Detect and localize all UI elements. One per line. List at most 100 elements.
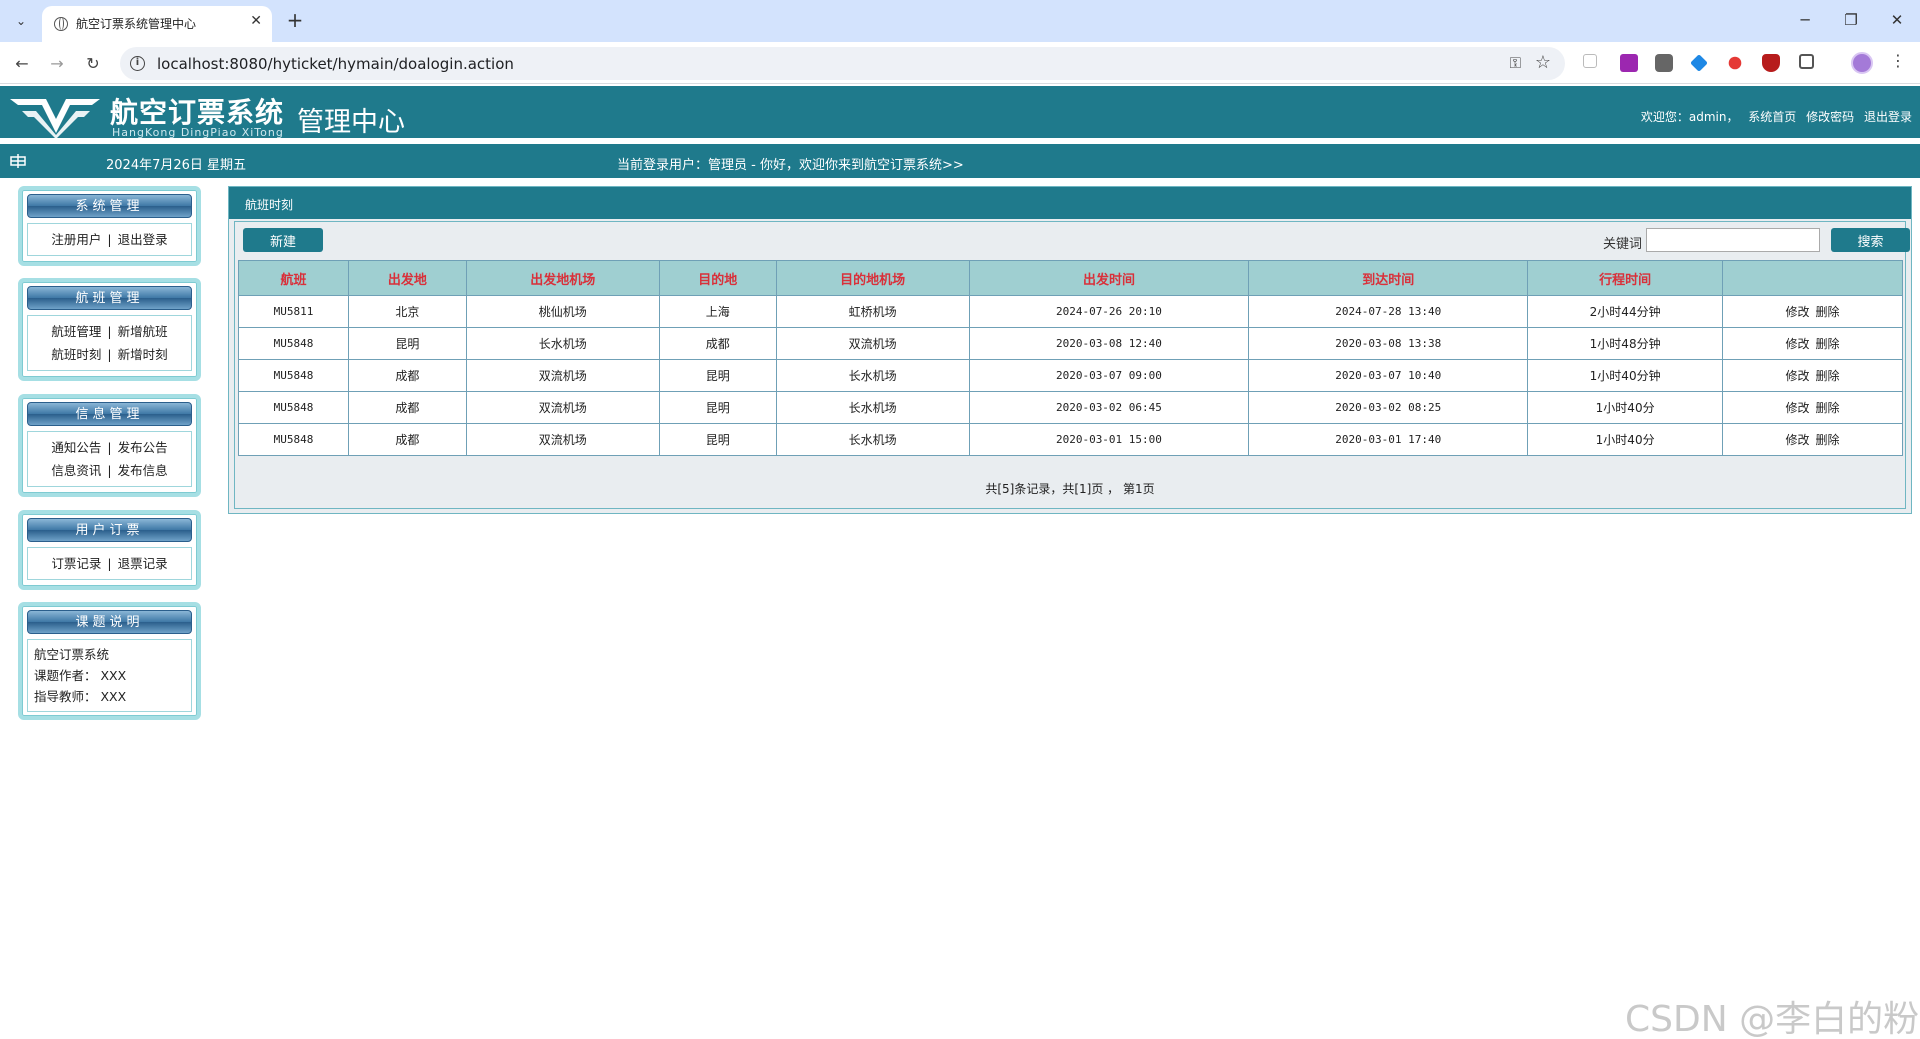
delete-link[interactable]: 删除 xyxy=(1816,433,1840,447)
browser-tab-bar: ⌄ 航空订票系统管理中心 ✕ + ─ ❐ ✕ xyxy=(0,0,1920,42)
menu-item-register-user[interactable]: 注册用户 xyxy=(51,232,101,247)
cell-destination: 昆明 xyxy=(658,423,777,456)
bookmark-star-icon[interactable]: ☆ xyxy=(1535,52,1551,73)
cell-origin: 成都 xyxy=(347,423,467,456)
menu-item-publish-notice[interactable]: 发布公告 xyxy=(118,440,168,455)
extension-cursor-icon[interactable] xyxy=(1583,54,1597,68)
key-icon[interactable]: ⚿ xyxy=(1510,54,1521,72)
current-date: 2024年7月26日 星期五 xyxy=(106,158,247,173)
cell-actions: 修改 删除 xyxy=(1722,295,1903,328)
site-info-icon[interactable]: i xyxy=(130,56,145,71)
extension-purple-icon[interactable] xyxy=(1620,54,1638,72)
cell-duration: 1小时40分钟 xyxy=(1527,359,1724,392)
extension-blue-icon[interactable] xyxy=(1690,54,1708,72)
extension-red-icon[interactable] xyxy=(1728,56,1742,70)
menu-item-logout[interactable]: 退出登录 xyxy=(118,232,168,247)
cell-destination-airport: 双流机场 xyxy=(775,327,970,360)
pagination-text: 共[5]条记录，共[1]页 ， 第1页 xyxy=(985,482,1155,496)
extensions-puzzle-icon[interactable] xyxy=(1799,54,1814,69)
table-row: MU5848 成都 双流机场 昆明 长水机场 2020-03-01 15:00 2020-0… xyxy=(238,423,1903,456)
profile-avatar[interactable] xyxy=(1851,52,1873,74)
cell-arrival-time: 2020-03-08 13:38 xyxy=(1248,327,1529,360)
menu-item-notices[interactable]: 通知公告 xyxy=(51,440,101,455)
cell-origin-airport: 双流机场 xyxy=(465,391,660,424)
cell-destination-airport: 虹桥机场 xyxy=(775,295,970,328)
cell-flight-number: MU5848 xyxy=(238,359,349,392)
table-header-row: 航班 出发地 出发地机场 目的地 目的地机场 出发时间 到达时间 行程时间 xyxy=(238,260,1903,296)
delete-link[interactable]: 删除 xyxy=(1816,369,1840,383)
cell-flight-number: MU5848 xyxy=(238,423,349,456)
keyword-input[interactable] xyxy=(1646,228,1820,252)
logout-link[interactable]: 退出登录 xyxy=(1864,110,1912,124)
search-button[interactable]: 搜索 xyxy=(1831,228,1910,252)
browser-tab[interactable]: 航空订票系统管理中心 ✕ xyxy=(42,6,272,42)
extension-game-icon[interactable] xyxy=(1655,54,1673,72)
menu-flights-body: 航班管理 | 新增航班 航班时刻 | 新增时刻 xyxy=(27,315,192,371)
site-logo-subtitle: 管理中心 xyxy=(297,107,405,138)
tab-search-icon[interactable]: ⌄ xyxy=(8,8,34,34)
menu-tickets-body: 订票记录 | 退票记录 xyxy=(27,547,192,580)
cell-origin-airport: 双流机场 xyxy=(465,359,660,392)
cell-departure-time: 2024-07-26 20:10 xyxy=(968,295,1250,328)
menu-about-title: 课题说明 xyxy=(27,610,192,634)
home-link[interactable]: 系统首页 xyxy=(1748,110,1796,124)
cell-origin: 成都 xyxy=(347,359,467,392)
keyword-label: 关键词 xyxy=(1603,237,1643,252)
header-links: 欢迎您：admin， 系统首页 修改密码 退出登录 xyxy=(1635,108,1912,125)
table-row: MU5848 成都 双流机场 昆明 长水机场 2020-03-07 09:00 2020-0… xyxy=(238,359,1903,392)
about-project-name: 航空订票系统 xyxy=(34,647,110,662)
menu-flights: 航班管理 航班管理 | 新增航班 航班时刻 | 新增时刻 xyxy=(18,278,201,381)
url-text[interactable]: localhost:8080/hyticket/hymain/doalogin.… xyxy=(157,55,514,73)
menu-item-add-flight[interactable]: 新增航班 xyxy=(118,324,168,339)
menu-item-refund-records[interactable]: 退票记录 xyxy=(118,556,168,571)
restore-icon[interactable]: ❐ xyxy=(1836,8,1866,32)
edit-link[interactable]: 修改 xyxy=(1786,337,1810,351)
window-close-icon[interactable]: ✕ xyxy=(1882,8,1912,32)
edit-link[interactable]: 修改 xyxy=(1786,433,1810,447)
edit-link[interactable]: 修改 xyxy=(1786,369,1810,383)
cell-destination: 昆明 xyxy=(658,359,777,392)
change-password-link[interactable]: 修改密码 xyxy=(1806,110,1854,124)
menu-item-add-schedule[interactable]: 新增时刻 xyxy=(118,347,168,362)
new-button[interactable]: 新建 xyxy=(243,228,323,252)
address-bar[interactable]: i localhost:8080/hyticket/hymain/doalogi… xyxy=(120,47,1565,80)
cell-destination: 上海 xyxy=(658,295,777,328)
cell-destination: 成都 xyxy=(658,327,777,360)
menu-item-publish-news[interactable]: 发布信息 xyxy=(118,463,168,478)
menu-item-flight-manage[interactable]: 航班管理 xyxy=(51,324,101,339)
info-bar: 2024年7月26日 星期五 当前登录用户：管理员 - 你好，欢迎你来到航空订票… xyxy=(0,144,1920,178)
menu-tickets: 用户订票 订票记录 | 退票记录 xyxy=(18,510,201,590)
ublock-shield-icon[interactable] xyxy=(1762,54,1780,72)
panel-content: 新建 关键词 搜索 航班 出发地 出发地机场 目的地 目的地机场 出发时间 到达… xyxy=(234,221,1910,509)
reload-icon[interactable]: ↻ xyxy=(80,51,106,77)
menu-item-flight-schedule[interactable]: 航班时刻 xyxy=(51,347,101,362)
delete-link[interactable]: 删除 xyxy=(1816,337,1840,351)
minimize-icon[interactable]: ─ xyxy=(1790,8,1820,32)
menu-system: 系统管理 注册用户 | 退出登录 xyxy=(18,186,201,266)
menu-item-booking-records[interactable]: 订票记录 xyxy=(51,556,101,571)
cell-origin: 成都 xyxy=(347,391,467,424)
menu-separator: | xyxy=(107,556,112,571)
menu-separator: | xyxy=(107,440,112,455)
cell-origin: 昆明 xyxy=(347,327,467,360)
back-icon[interactable]: ← xyxy=(9,51,35,77)
cell-actions: 修改 删除 xyxy=(1722,423,1903,456)
menu-item-news[interactable]: 信息资讯 xyxy=(51,463,101,478)
table-row: MU5811 北京 桃仙机场 上海 虹桥机场 2024-07-26 20:10 2024-0… xyxy=(238,295,1903,328)
login-welcome-text: 当前登录用户：管理员 - 你好，欢迎你来到航空订票系统>> xyxy=(617,158,964,173)
about-author: 课题作者： XXX xyxy=(34,668,127,683)
delete-link[interactable]: 删除 xyxy=(1816,401,1840,415)
edit-link[interactable]: 修改 xyxy=(1786,305,1810,319)
cell-flight-number: MU5848 xyxy=(238,391,349,424)
menu-separator: | xyxy=(107,232,112,247)
delete-link[interactable]: 删除 xyxy=(1816,305,1840,319)
browser-menu-icon[interactable]: ⋮ xyxy=(1890,51,1906,70)
menu-info: 信息管理 通知公告 | 发布公告 信息资讯 | 发布信息 xyxy=(18,394,201,497)
close-tab-icon[interactable]: ✕ xyxy=(250,13,262,29)
cell-departure-time: 2020-03-02 06:45 xyxy=(968,391,1250,424)
edit-link[interactable]: 修改 xyxy=(1786,401,1810,415)
menu-separator: | xyxy=(107,463,112,478)
new-tab-icon[interactable]: + xyxy=(282,8,308,34)
forward-icon[interactable]: → xyxy=(44,51,70,77)
column-header-departure-time: 出发时间 xyxy=(968,260,1250,296)
